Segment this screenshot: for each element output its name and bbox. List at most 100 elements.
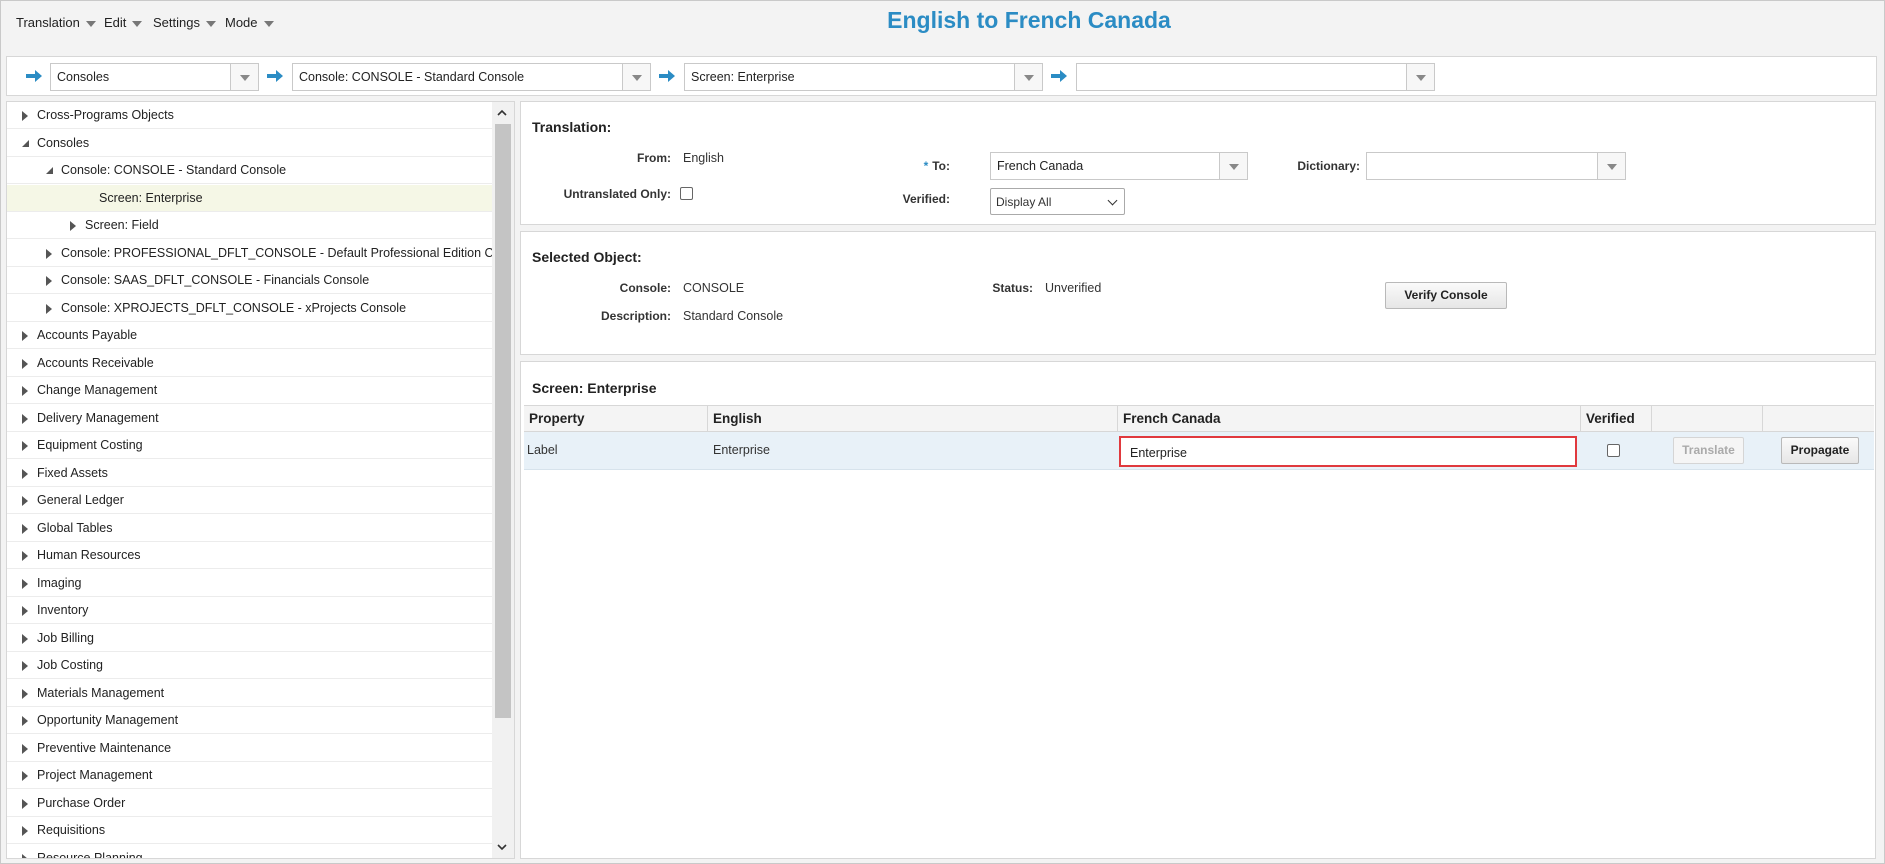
collapsed-triangle-icon[interactable] (22, 413, 28, 424)
column-translate (1652, 406, 1763, 433)
dropdown-button[interactable] (1219, 153, 1247, 179)
breadcrumb-combo-1-value: Consoles (57, 70, 110, 84)
description-value: Standard Console (683, 309, 784, 323)
collapsed-triangle-icon[interactable] (46, 248, 52, 259)
collapsed-triangle-icon[interactable] (22, 743, 28, 754)
tree-item[interactable]: Delivery Management (7, 405, 493, 432)
collapsed-triangle-icon[interactable] (22, 688, 28, 699)
page-title: English to French Canada (887, 7, 1171, 33)
collapsed-triangle-icon[interactable] (22, 826, 28, 836)
tree-item[interactable]: Screen: Enterprise (7, 184, 493, 212)
scrollbar-thumb[interactable] (495, 124, 511, 718)
translate-button[interactable]: Translate (1673, 437, 1744, 464)
verified-filter-select[interactable]: Display All (990, 188, 1125, 215)
collapsed-triangle-icon[interactable] (22, 578, 28, 589)
expanded-triangle-icon[interactable] (22, 139, 29, 147)
dropdown-button[interactable] (1406, 64, 1434, 90)
verify-console-button[interactable]: Verify Console (1385, 282, 1507, 309)
dictionary-combo[interactable] (1366, 152, 1626, 180)
collapsed-triangle-icon[interactable] (22, 853, 28, 858)
tree-item[interactable]: Job Billing (7, 625, 493, 652)
tree-item[interactable]: Opportunity Management (7, 707, 493, 734)
french-translation-input[interactable]: Enterprise (1119, 436, 1577, 467)
tree-item[interactable]: General Ledger (7, 487, 493, 514)
tree-item-label: Console: XPROJECTS_DFLT_CONSOLE - xProje… (61, 300, 407, 315)
french-translation-value: Enterprise (1130, 446, 1187, 460)
tree-item[interactable]: Screen: Field (7, 212, 493, 239)
tree-item-label: Fixed Assets (37, 465, 108, 480)
tree-item[interactable]: Imaging (7, 570, 493, 597)
collapsed-triangle-icon[interactable] (22, 331, 28, 341)
to-language-combo[interactable]: French Canada (990, 152, 1248, 180)
collapsed-triangle-icon[interactable] (46, 276, 52, 286)
to-label: * To: (900, 159, 950, 173)
tree-item-label: Job Costing (37, 658, 104, 672)
tree-item[interactable]: Job Costing (7, 652, 493, 679)
description-label: Description: (600, 309, 671, 323)
tree-item[interactable]: Console: PROFESSIONAL_DFLT_CONSOLE - Def… (7, 240, 500, 267)
collapsed-triangle-icon[interactable] (22, 468, 28, 479)
tree-item-label: Global Tables (37, 520, 113, 535)
expanded-triangle-icon[interactable] (46, 167, 53, 174)
collapsed-triangle-icon[interactable] (22, 496, 28, 506)
dropdown-button[interactable] (1597, 153, 1625, 179)
tree-item[interactable]: Resource Planning (7, 845, 493, 858)
tree-item[interactable]: Global Tables (7, 515, 493, 542)
tree-item[interactable]: Requisitions (7, 817, 493, 844)
dropdown-button[interactable] (230, 64, 258, 90)
tree-item[interactable]: Cross-Programs Objects (7, 102, 493, 129)
column-property[interactable]: Property (524, 406, 708, 433)
tree-item[interactable]: Accounts Payable (7, 322, 493, 349)
column-english[interactable]: English (708, 406, 1118, 433)
collapsed-triangle-icon[interactable] (22, 661, 28, 671)
collapsed-triangle-icon[interactable] (22, 798, 28, 809)
vertical-scrollbar[interactable] (492, 102, 514, 858)
tree-item[interactable]: Change Management (7, 377, 493, 404)
arrow-right-icon (267, 70, 283, 82)
tree-item[interactable]: Console: XPROJECTS_DFLT_CONSOLE - xProje… (7, 295, 493, 322)
collapsed-triangle-icon[interactable] (22, 716, 28, 726)
dropdown-button[interactable] (1014, 64, 1042, 90)
column-french-canada[interactable]: French Canada (1118, 406, 1581, 433)
tree-item[interactable]: Inventory (7, 597, 493, 624)
collapsed-triangle-icon[interactable] (22, 358, 28, 369)
tree-item[interactable]: Console: CONSOLE - Standard Console (7, 157, 493, 184)
scroll-up-icon[interactable] (497, 108, 507, 118)
collapsed-triangle-icon[interactable] (22, 386, 28, 396)
tree-item[interactable]: Consoles (7, 130, 493, 157)
tree-item-label: Console: SAAS_DFLT_CONSOLE - Financials … (61, 273, 370, 287)
propagate-button[interactable]: Propagate (1781, 437, 1859, 464)
tree-item-label: Project Management (37, 768, 153, 782)
console-label: Console: (619, 281, 671, 295)
collapsed-triangle-icon[interactable] (22, 111, 28, 121)
column-verified[interactable]: Verified (1581, 406, 1652, 433)
tree-item[interactable]: Human Resources (7, 542, 493, 569)
collapsed-triangle-icon[interactable] (22, 771, 28, 781)
collapsed-triangle-icon[interactable] (22, 441, 28, 451)
collapsed-triangle-icon[interactable] (22, 606, 28, 616)
collapsed-triangle-icon[interactable] (70, 221, 76, 231)
tree-item[interactable]: Equipment Costing (7, 432, 493, 459)
tree-item[interactable]: Project Management (7, 762, 493, 789)
dropdown-button[interactable] (622, 64, 650, 90)
tree-item[interactable]: Fixed Assets (7, 460, 493, 487)
untranslated-only-checkbox[interactable] (680, 187, 693, 200)
tree-item-label: Imaging (37, 575, 82, 590)
breadcrumb-combo-2[interactable]: Console: CONSOLE - Standard Console (292, 63, 651, 91)
tree-item[interactable]: Preventive Maintenance (7, 735, 493, 762)
collapsed-triangle-icon[interactable] (22, 633, 28, 644)
breadcrumb-combo-1[interactable]: Consoles (50, 63, 259, 91)
from-value: English (683, 151, 724, 165)
tree-item[interactable]: Console: SAAS_DFLT_CONSOLE - Financials … (7, 267, 493, 294)
tree-item[interactable]: Materials Management (7, 680, 493, 707)
breadcrumb-combo-4[interactable] (1076, 63, 1435, 91)
tree-item[interactable]: Accounts Receivable (7, 350, 493, 377)
collapsed-triangle-icon[interactable] (22, 551, 28, 561)
collapsed-triangle-icon[interactable] (22, 523, 28, 534)
verified-checkbox[interactable] (1607, 444, 1620, 457)
tree-item[interactable]: Purchase Order (7, 790, 493, 817)
tree-item-label: Cross-Programs Objects (37, 108, 174, 122)
collapsed-triangle-icon[interactable] (46, 303, 52, 314)
scroll-down-icon[interactable] (497, 842, 507, 852)
breadcrumb-combo-3[interactable]: Screen: Enterprise (684, 63, 1043, 91)
